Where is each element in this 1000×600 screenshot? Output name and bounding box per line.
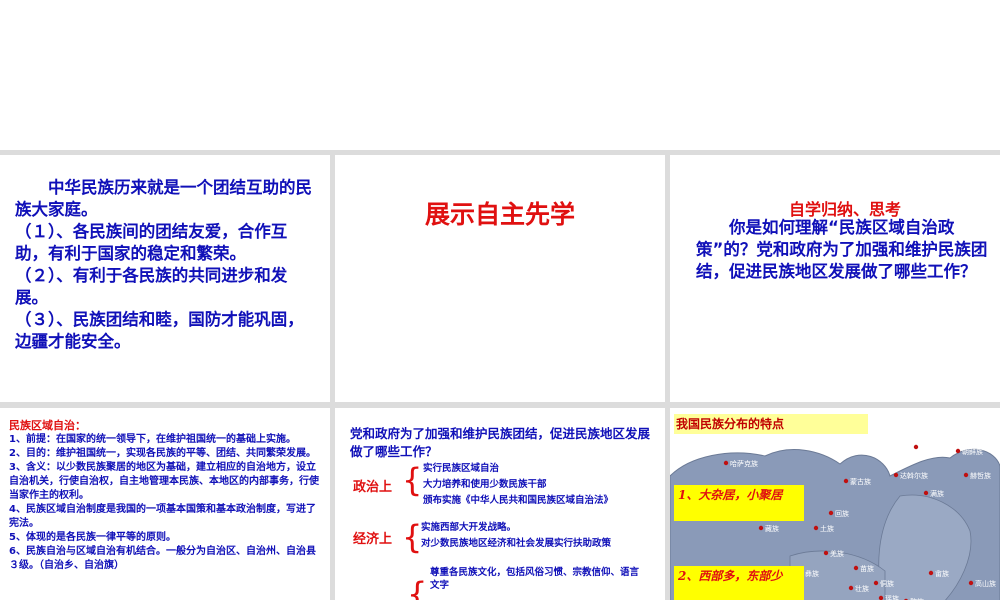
political-brace-icon: { [402, 461, 423, 499]
political-label: 政治上 [353, 480, 393, 495]
political-item: 实行民族区域自治 [423, 463, 500, 474]
map-label: 壮族 [855, 584, 869, 593]
map-label: 羌族 [830, 549, 844, 558]
slide4-body: 1、前提：在国家的统一领导下，在维护祖国统一的基础上实施。 2、目的：维护祖国统… [9, 433, 321, 573]
political-items: 实行民族区域自治 大力培养和使用少数民族干部 颁布实施《中华人民共和国民族区域自… [423, 461, 613, 509]
map-dot-marker [848, 585, 854, 591]
political-item: 大力培养和使用少数民族干部 [423, 479, 547, 490]
slide1-paragraph: 中华民族历来就是一个团结互助的民族大家庭。 [15, 178, 312, 219]
map-label: 回族 [835, 509, 849, 518]
map-dot-marker [913, 444, 919, 450]
economic-brace-icon: { [402, 518, 423, 556]
map-dot-marker [853, 565, 859, 571]
feature-box-1: 1、大杂居，小聚居 [674, 485, 804, 521]
map-label: 赫哲族 [970, 471, 991, 480]
slide1-paragraph: （２）、有利于各民族的共同进步和发展。 [15, 266, 288, 307]
map-dot-marker [878, 595, 884, 600]
economic-items: 实施西部大开发战略。 对少数民族地区经济和社会发展实行扶助政策 [421, 520, 611, 552]
slide1-paragraph: （３）、民族团结和睦，国防才能巩固，边疆才能安全。 [15, 310, 304, 351]
culture-item: 尊重各民族文化，包括风俗习惯、宗教信仰、语言文字 [430, 567, 640, 591]
map-dot-marker [893, 472, 899, 478]
map-label: 侗族 [880, 579, 894, 588]
map-label: 畲族 [935, 569, 949, 578]
slide4-line: 4、民族区域自治制度是我国的一项基本国策和基本政治制度，写进了宪法。 [9, 504, 316, 529]
slide-thumbnail-4[interactable]: 民族区域自治： 1、前提：在国家的统一领导下，在维护祖国统一的基础上实施。 2、… [0, 408, 330, 600]
slide2-title: 展示自主先学 [424, 200, 575, 229]
slide4-line: 1、前提：在国家的统一领导下，在维护祖国统一的基础上实施。 [9, 434, 296, 445]
slide4-line: 3、含义：以少数民族聚居的地区为基础，建立相应的自治地方，设立自治机关，行使自治… [9, 462, 319, 501]
economic-item: 实施西部大开发战略。 [421, 522, 517, 533]
slide5-question: 党和政府为了加强和维护民族团结，促进民族地区发展做了哪些工作？ [350, 426, 651, 459]
slide-thumbnail-6[interactable]: 我国民族分布的特点 朝鲜族鄂伦春族赫哲族达斡尔族哈萨克族维吾尔族蒙古族满族回族藏… [670, 408, 1000, 600]
map-label: 达斡尔族 [900, 471, 928, 480]
map-dot-marker [955, 448, 961, 454]
map-dot-marker [723, 460, 729, 466]
map-label: 鄂伦春族 [920, 443, 948, 452]
slide4-line: 5、体现的是各民族一律平等的原则。 [9, 532, 176, 543]
map-dot-marker [928, 570, 934, 576]
slide3-body: 你是如何理解“民族区域自治政策”的？党和政府为了加强和维护民族团结，促进民族地区… [696, 218, 988, 281]
map-dot-marker [873, 580, 879, 586]
map-label: 蒙古族 [850, 477, 871, 486]
map-label: 高山族 [975, 579, 996, 588]
map-label: 彝族 [805, 569, 819, 578]
map-label: 藏族 [765, 524, 779, 533]
feature-box-2: 2、西部多，东部少 [674, 566, 804, 600]
map-label: 哈萨克族 [730, 459, 758, 468]
map-dot-marker [758, 525, 764, 531]
culture-items: 尊重各民族文化，包括风俗习惯、宗教信仰、语言文字 [430, 566, 640, 592]
economic-label: 经济上 [353, 532, 393, 547]
map-label: 满族 [930, 489, 944, 498]
map-label: 土族 [820, 524, 834, 533]
map-label: 瑶族 [885, 594, 899, 600]
economic-item: 对少数民族地区经济和社会发展实行扶助政策 [421, 538, 612, 549]
culture-brace-icon: { [407, 575, 428, 600]
map-label: 朝鲜族 [962, 447, 983, 456]
slide1-body: 中华民族历来就是一个团结互助的民族大家庭。 （１）、各民族间的团结友爱，合作互助… [15, 177, 315, 353]
slide-thumbnail-1[interactable]: 中华民族历来就是一个团结互助的民族大家庭。 （１）、各民族间的团结友爱，合作互助… [0, 155, 330, 402]
map-dot-marker [828, 510, 834, 516]
slide-thumbnail-2[interactable]: 展示自主先学 [335, 155, 665, 402]
map-dot-marker [968, 580, 974, 586]
slide1-paragraph: （１）、各民族间的团结友爱，合作互助，有利于国家的稳定和繁荣。 [15, 222, 288, 263]
slide-grid: 中华民族历来就是一个团结互助的民族大家庭。 （１）、各民族间的团结友爱，合作互助… [0, 150, 1000, 600]
political-item: 颁布实施《中华人民共和国民族区域自治法》 [423, 495, 614, 506]
slide-thumbnail-5[interactable]: 党和政府为了加强和维护民族团结，促进民族地区发展做了哪些工作？ 政治上 { 实行… [335, 408, 665, 600]
slide4-title: 民族区域自治： [9, 419, 86, 432]
map-dot-marker [823, 550, 829, 556]
slide6-title: 我国民族分布的特点 [674, 414, 868, 434]
map-label: 苗族 [860, 564, 874, 573]
slide4-line: 6、民族自治与区域自治有机结合。一般分为自治区、自治州、自治县３级。（自治乡、自… [9, 546, 316, 571]
map-dot-marker [813, 525, 819, 531]
map-dot-marker [963, 472, 969, 478]
slide4-line: 2、目的：维护祖国统一，实现各民族的平等、团结、共同繁荣发展。 [9, 448, 316, 459]
map-dot-marker [843, 478, 849, 484]
map-dot-marker [923, 490, 929, 496]
slide-thumbnail-3[interactable]: 自学归纳、思考 你是如何理解“民族区域自治政策”的？党和政府为了加强和维护民族团… [670, 155, 1000, 402]
